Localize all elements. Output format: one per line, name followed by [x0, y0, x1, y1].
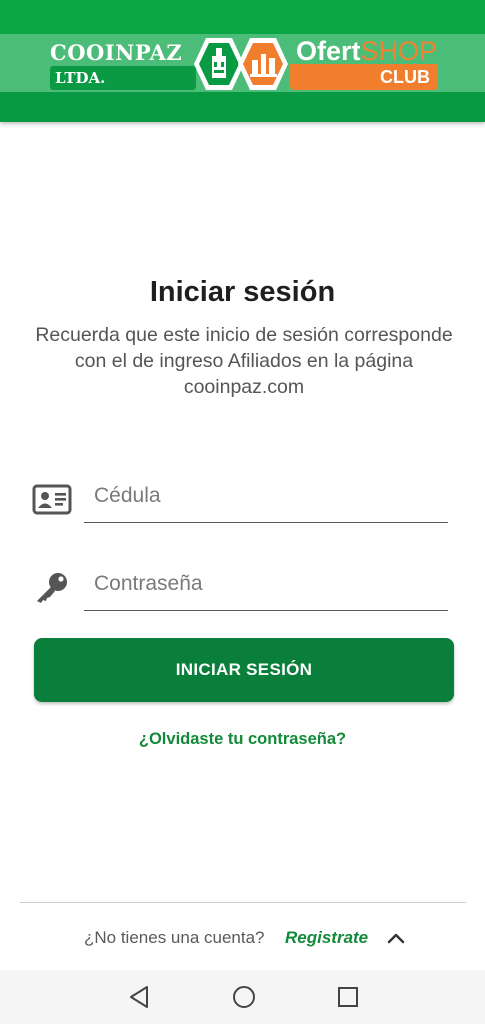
- cedula-input[interactable]: [84, 476, 446, 516]
- login-hint-text: Recuerda que este inicio de sesión corre…: [35, 324, 453, 398]
- club-banner: CLUB: [290, 64, 438, 90]
- id-card-icon: [32, 484, 72, 515]
- home-circle-icon[interactable]: [230, 983, 258, 1011]
- cooinpaz-logo: COOINPAZ LTDA.: [50, 40, 200, 92]
- forgot-password-link[interactable]: ¿Olvidaste tu contraseña?: [0, 730, 485, 749]
- key-icon: [37, 573, 67, 603]
- chevron-up-icon[interactable]: [386, 928, 406, 948]
- ofertshop-wordmark: OfertSHOP: [296, 36, 437, 66]
- header-bottom-band: [0, 92, 485, 122]
- hexagon-emblems-icon: [194, 38, 288, 90]
- brand-name: COOINPAZ: [50, 40, 183, 65]
- shop-word: SHOP: [360, 36, 438, 66]
- system-nav-bar: [0, 970, 485, 1024]
- header-top-band: [0, 0, 485, 34]
- cedula-field: [30, 474, 450, 524]
- brand-suffix: LTDA.: [55, 69, 106, 87]
- footer-divider: [20, 902, 466, 903]
- ofert-word: Ofert: [296, 36, 361, 66]
- page-title: Iniciar sesión: [149, 276, 336, 308]
- club-word: CLUB: [380, 67, 430, 87]
- register-link[interactable]: Registrate: [285, 928, 368, 948]
- recents-square-icon[interactable]: [334, 983, 362, 1011]
- login-button[interactable]: INICIAR SESIÓN: [34, 638, 454, 702]
- app-header: COOINPAZ LTDA. OfertSHOP CLUB: [0, 0, 485, 122]
- ofertshop-club-logo: OfertSHOP CLUB: [290, 36, 440, 92]
- password-input[interactable]: [84, 564, 446, 604]
- password-field: [30, 562, 450, 612]
- register-row: ¿No tienes una cuenta? Registrate: [0, 926, 485, 950]
- brand-suffix-box: LTDA.: [50, 66, 196, 90]
- back-triangle-icon[interactable]: [126, 983, 154, 1011]
- no-account-text: ¿No tienes una cuenta?: [84, 928, 265, 947]
- password-underline: [84, 610, 448, 611]
- cedula-underline: [84, 522, 448, 523]
